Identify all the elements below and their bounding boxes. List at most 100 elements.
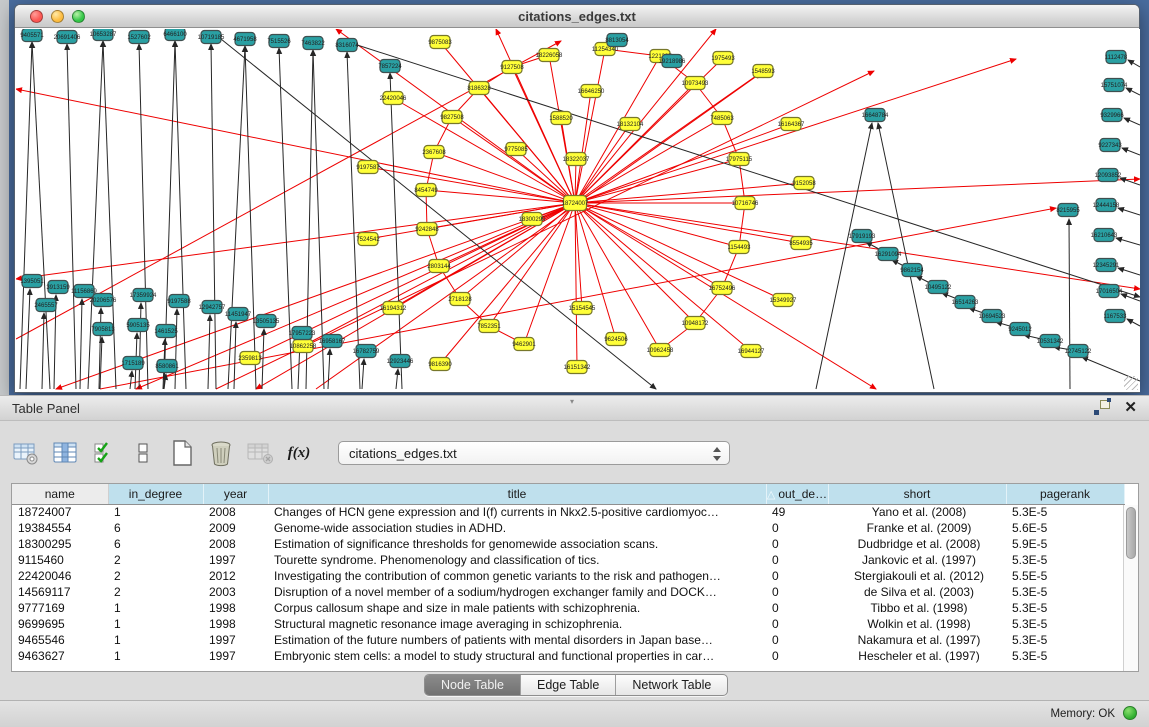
table-cell[interactable]: 2 — [108, 568, 203, 584]
table-cell[interactable]: Corpus callosum shape and size in male p… — [268, 600, 766, 616]
table-cell[interactable]: Dudbridge et al. (2008) — [828, 536, 1006, 552]
graph-node[interactable]: 6466100 — [163, 29, 187, 41]
graph-node[interactable]: 16752496 — [709, 282, 736, 295]
graph-node[interactable]: 10973493 — [682, 77, 709, 90]
graph-node[interactable]: 10948172 — [682, 317, 709, 330]
table-cell[interactable]: 9777169 — [12, 600, 108, 616]
graph-edge[interactable] — [1121, 294, 1140, 301]
graph-node[interactable]: 17359924 — [130, 289, 157, 302]
graph-node[interactable]: 9775085 — [504, 143, 528, 156]
graph-node[interactable]: 18300295 — [519, 213, 546, 226]
graph-node[interactable]: 9875083 — [428, 36, 452, 49]
float-panel-icon[interactable] — [1094, 400, 1110, 415]
graph-node[interactable]: 1975493 — [711, 52, 735, 65]
tab-edge-table[interactable]: Edge Table — [521, 675, 616, 695]
column-header-name[interactable]: name — [12, 484, 108, 504]
graph-edge[interactable] — [26, 289, 30, 389]
graph-node[interactable]: 7524542 — [356, 233, 380, 246]
graph-edge[interactable] — [1118, 208, 1140, 215]
graph-node[interactable]: 10716746 — [732, 197, 759, 210]
graph-node[interactable]: 9624506 — [604, 333, 628, 346]
table-cell[interactable]: 5.3E-5 — [1006, 632, 1124, 648]
table-cell[interactable]: Stergiakouli et al. (2012) — [828, 568, 1006, 584]
graph-edge[interactable] — [103, 41, 116, 389]
table-row[interactable]: 2242004622012Investigating the contribut… — [12, 568, 1124, 584]
graph-node[interactable]: 15751074 — [1101, 79, 1128, 92]
graph-edge[interactable] — [130, 371, 132, 389]
table-cell[interactable]: Changes of HCN gene expression and I(f) … — [268, 504, 766, 520]
graph-node[interactable]: 16648784 — [862, 109, 889, 122]
graph-edge[interactable] — [20, 42, 32, 389]
graph-edge[interactable] — [575, 203, 876, 389]
table-cell[interactable]: 2009 — [203, 520, 268, 536]
table-cell[interactable]: 49 — [766, 504, 828, 520]
table-cell[interactable]: Franke et al. (2009) — [828, 520, 1006, 536]
table-cell[interactable]: 1997 — [203, 552, 268, 568]
graph-node[interactable]: 16646250 — [578, 85, 605, 98]
table-cell[interactable]: 0 — [766, 552, 828, 568]
column-header-out_de[interactable]: △out_de… — [766, 484, 828, 504]
function-icon[interactable]: f(x) — [285, 439, 313, 467]
table-cell[interactable]: 9465546 — [12, 632, 108, 648]
table-cell[interactable]: 18300295 — [12, 536, 108, 552]
graph-node[interactable]: 9862154 — [900, 264, 924, 277]
graph-node[interactable]: 8316074 — [335, 39, 359, 52]
graph-node[interactable]: 1548593 — [751, 65, 775, 78]
graph-node[interactable]: 10719185 — [198, 31, 225, 44]
table-cell[interactable]: 9115460 — [12, 552, 108, 568]
column-header-short[interactable]: short — [828, 484, 1006, 504]
graph-edge[interactable] — [262, 329, 264, 389]
table-cell[interactable]: 2 — [108, 584, 203, 600]
graph-node[interactable]: 12093852 — [1095, 169, 1122, 182]
graph-node[interactable]: 2367608 — [422, 146, 446, 159]
graph-edge[interactable] — [1122, 148, 1140, 155]
table-cell[interactable]: 5.5E-5 — [1006, 568, 1124, 584]
column-header-title[interactable]: title — [268, 484, 766, 504]
graph-node[interactable]: 16958167 — [319, 335, 346, 348]
graph-node[interactable]: 7485063 — [710, 112, 734, 125]
graph-edge[interactable] — [426, 190, 575, 203]
table-cell[interactable]: 0 — [766, 632, 828, 648]
graph-node[interactable]: 10531342 — [1037, 335, 1064, 348]
table-cell[interactable]: Nakamura et al. (1997) — [828, 632, 1006, 648]
graph-node[interactable]: 8813054 — [605, 34, 629, 47]
close-panel-icon[interactable]: ✕ — [1124, 400, 1137, 415]
graph-edge[interactable] — [139, 303, 141, 389]
table-cell[interactable]: 2 — [108, 552, 203, 568]
graph-edge[interactable] — [575, 49, 605, 203]
graph-node[interactable]: 3913159 — [46, 281, 70, 294]
table-cell[interactable]: 2012 — [203, 568, 268, 584]
graph-edge[interactable] — [316, 73, 761, 389]
graph-edge[interactable] — [1124, 118, 1140, 125]
graph-node[interactable]: 16164367 — [778, 118, 805, 131]
table-cell[interactable]: 0 — [766, 600, 828, 616]
graph-node[interactable]: 2359813 — [238, 352, 262, 365]
table-cell[interactable]: Wolkin et al. (1998) — [828, 616, 1006, 632]
trash-icon[interactable] — [207, 439, 235, 467]
graph-edge[interactable] — [245, 46, 256, 389]
graph-node[interactable]: 9816390 — [428, 358, 452, 371]
graph-edge[interactable] — [575, 203, 783, 300]
graph-node[interactable]: 10862258 — [290, 340, 317, 353]
graph-edge[interactable] — [80, 299, 82, 389]
graph-node[interactable]: 10694523 — [979, 310, 1006, 323]
graph-node[interactable]: 2465557 — [34, 299, 58, 312]
graph-node[interactable]: 8186328 — [467, 82, 491, 95]
table-cell[interactable]: 5.3E-5 — [1006, 600, 1124, 616]
graph-node[interactable]: 1527602 — [127, 31, 151, 44]
table-settings-icon[interactable] — [12, 439, 40, 467]
graph-edge[interactable] — [228, 46, 245, 389]
window-resize-grip[interactable] — [1124, 376, 1138, 390]
column-header-year[interactable]: year — [203, 484, 268, 504]
graph-node[interactable]: 5905135 — [126, 319, 150, 332]
table-cell[interactable]: 1 — [108, 616, 203, 632]
graph-edge[interactable] — [1069, 219, 1070, 389]
graph-edge[interactable] — [1126, 88, 1140, 95]
table-row[interactable]: 911546021997Tourette syndrome. Phenomeno… — [12, 552, 1124, 568]
graph-node[interactable]: 19218986 — [659, 55, 686, 68]
table-cell[interactable]: Embryonic stem cells: a model to study s… — [268, 648, 766, 664]
table-vertical-scrollbar[interactable] — [1123, 505, 1138, 671]
table-row[interactable]: 1830029562008Estimation of significance … — [12, 536, 1124, 552]
graph-node[interactable]: 13505135 — [253, 315, 280, 328]
graph-node[interactable]: 16782759 — [353, 345, 380, 358]
